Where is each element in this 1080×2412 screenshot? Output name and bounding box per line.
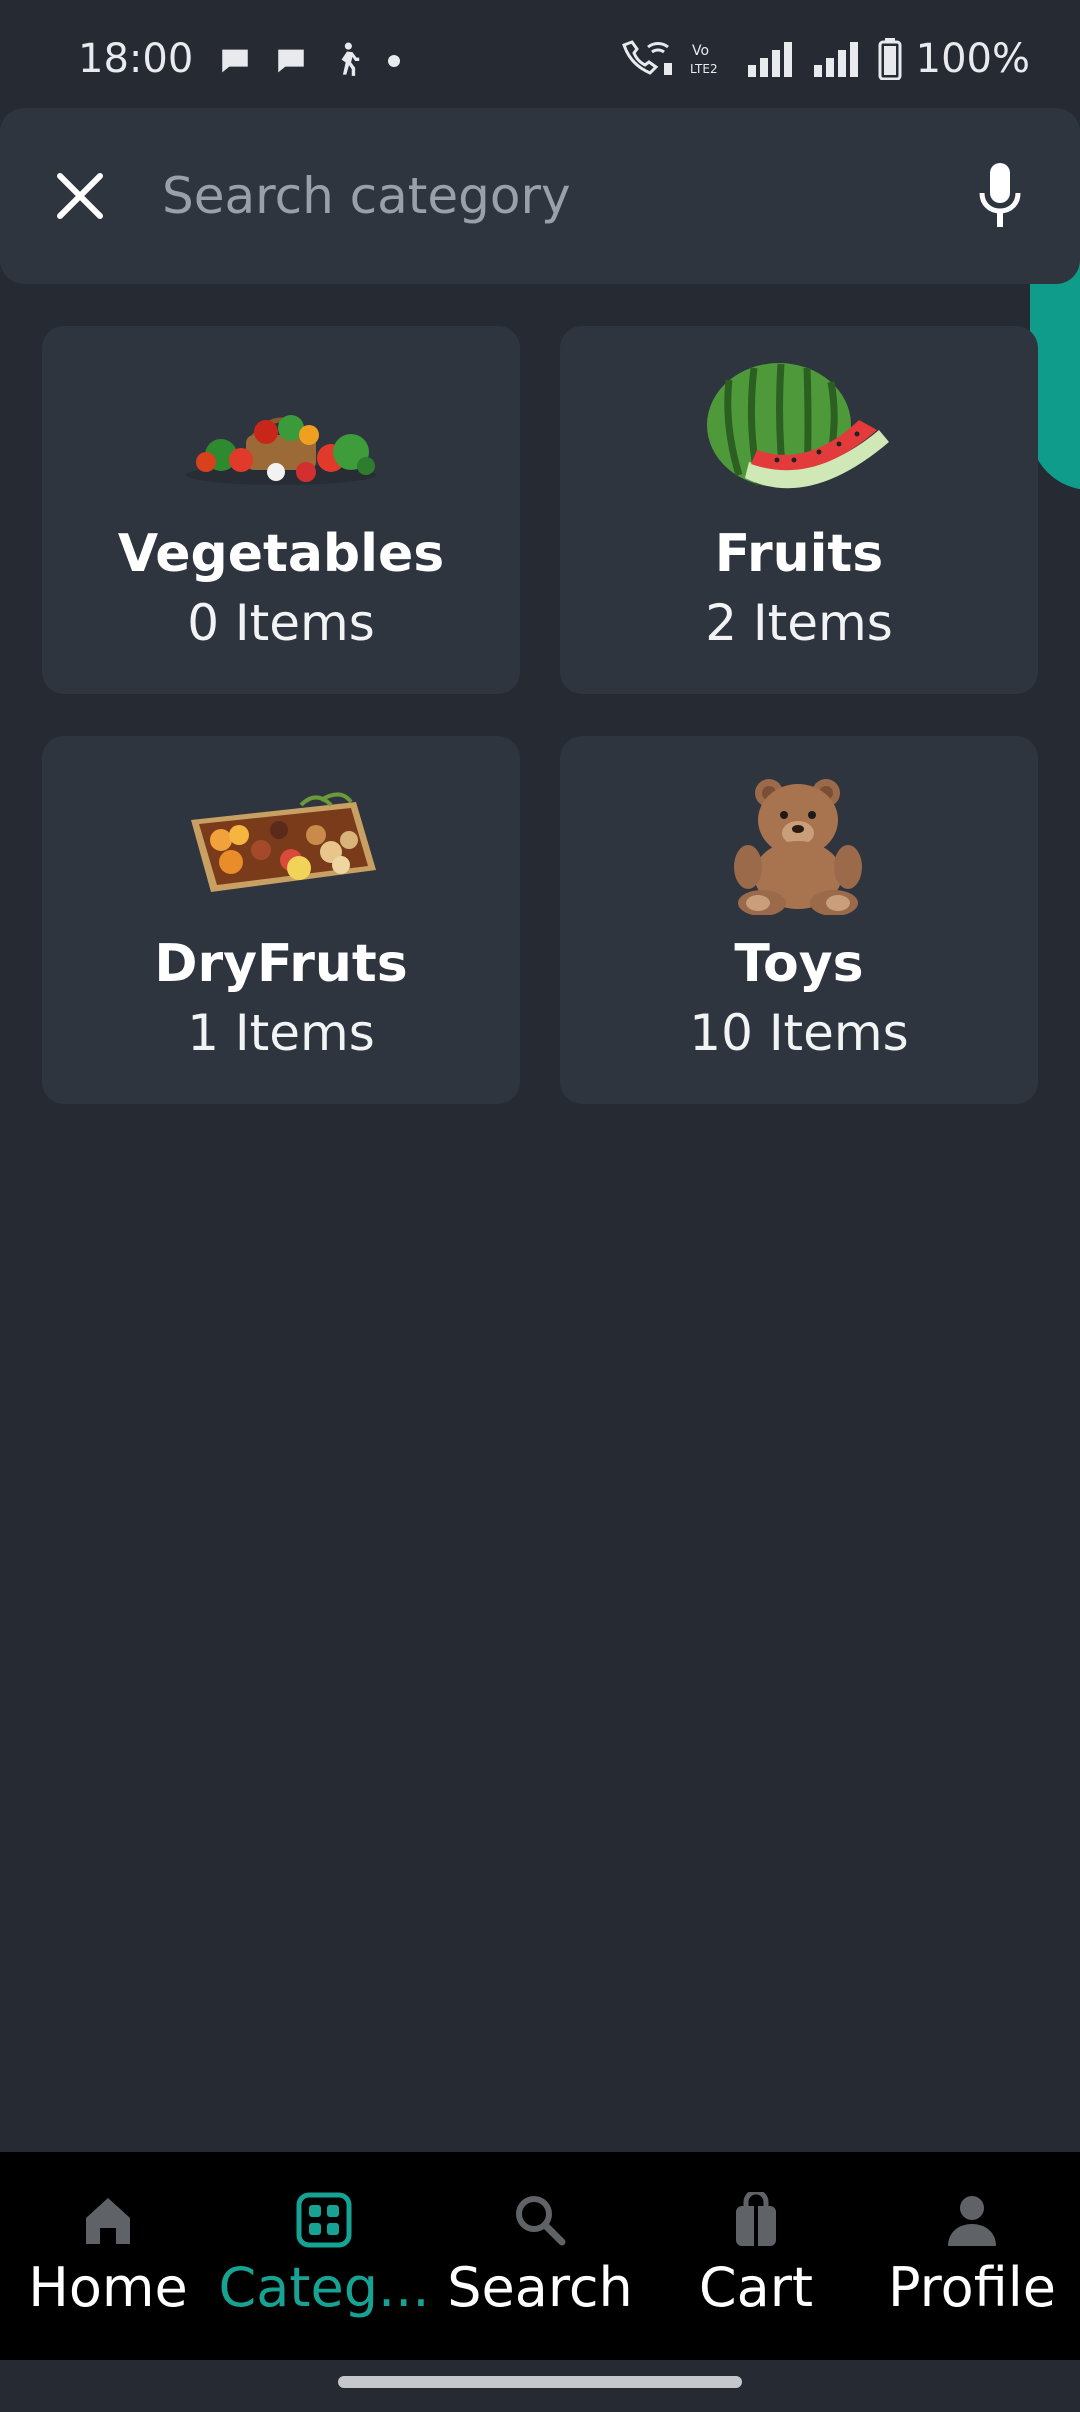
voice-search-button[interactable]: [960, 156, 1040, 236]
bag-icon: [726, 2190, 786, 2250]
category-item-count: 0 Items: [187, 594, 375, 652]
dot-icon: [388, 55, 400, 67]
nav-label: Categ...: [218, 2256, 430, 2319]
battery-percentage: 100%: [915, 36, 1030, 82]
category-title: Toys: [734, 934, 864, 994]
dryfruts-image: [181, 770, 381, 920]
dry-fruit-tray-icon: [191, 792, 376, 892]
category-item-count: 2 Items: [705, 594, 893, 652]
nav-label: Cart: [698, 2256, 814, 2319]
nav-item-search[interactable]: Search: [432, 2152, 648, 2360]
category-title: Vegetables: [117, 524, 445, 584]
search-icon: [510, 2190, 570, 2250]
category-card-fruits[interactable]: Fruits 2 Items: [560, 326, 1038, 694]
category-card-dryfruts[interactable]: DryFruts 1 Items: [42, 736, 520, 1104]
vegetables-basket-icon: [186, 415, 376, 485]
person-icon: [942, 2190, 1002, 2250]
category-grid: Vegetables 0 Items Fruits 2 Items DryFru…: [42, 326, 1038, 1104]
nav-item-category[interactable]: Categ...: [216, 2152, 432, 2360]
nav-label: Profile: [888, 2256, 1056, 2319]
nav-item-home[interactable]: Home: [0, 2152, 216, 2360]
home-icon: [78, 2190, 138, 2250]
bottom-navigation: Home Categ... Search Cart Profile: [0, 2152, 1080, 2360]
signal-bars-icon: [813, 42, 858, 77]
toys-image: [699, 770, 899, 920]
microphone-icon: [979, 163, 1021, 227]
fruits-image: [699, 360, 899, 510]
grid-icon: [294, 2190, 354, 2250]
chat-bubble-icon: [278, 49, 304, 73]
close-button[interactable]: [40, 156, 120, 236]
wifi-calling-icon: [621, 40, 672, 75]
vegetables-image: [181, 360, 381, 510]
status-bar: 18:00 Vo LTE2 100%: [0, 0, 1080, 100]
category-title: Fruits: [714, 524, 884, 584]
category-card-toys[interactable]: Toys 10 Items: [560, 736, 1038, 1104]
status-right: Vo LTE2 100%: [620, 36, 1030, 82]
svg-text:LTE2: LTE2: [690, 62, 718, 76]
status-time: 18:00: [78, 36, 194, 82]
svg-text:Vo: Vo: [692, 43, 709, 59]
nav-label: Home: [28, 2256, 188, 2319]
category-item-count: 10 Items: [689, 1004, 909, 1062]
search-bar: [0, 108, 1080, 284]
chat-bubble-icon: [222, 49, 248, 73]
search-input[interactable]: [162, 156, 922, 236]
walking-person-icon: [341, 42, 360, 76]
watermelon-icon: [707, 363, 889, 489]
notification-icons: [218, 42, 402, 80]
category-screen: 18:00 Vo LTE2 100% Search category Veget…: [0, 0, 1080, 2412]
signal-bars-icon: [747, 42, 792, 77]
close-icon: [57, 173, 103, 219]
volte-icon: Vo LTE2: [690, 43, 718, 76]
battery-icon: [878, 38, 902, 80]
teddy-bear-icon: [734, 779, 862, 915]
nav-item-cart[interactable]: Cart: [648, 2152, 864, 2360]
category-item-count: 1 Items: [187, 1004, 375, 1062]
category-card-vegetables[interactable]: Vegetables 0 Items: [42, 326, 520, 694]
nav-item-profile[interactable]: Profile: [864, 2152, 1080, 2360]
gesture-handle[interactable]: [338, 2376, 742, 2388]
nav-label: Search: [447, 2256, 633, 2319]
category-title: DryFruts: [154, 934, 408, 994]
